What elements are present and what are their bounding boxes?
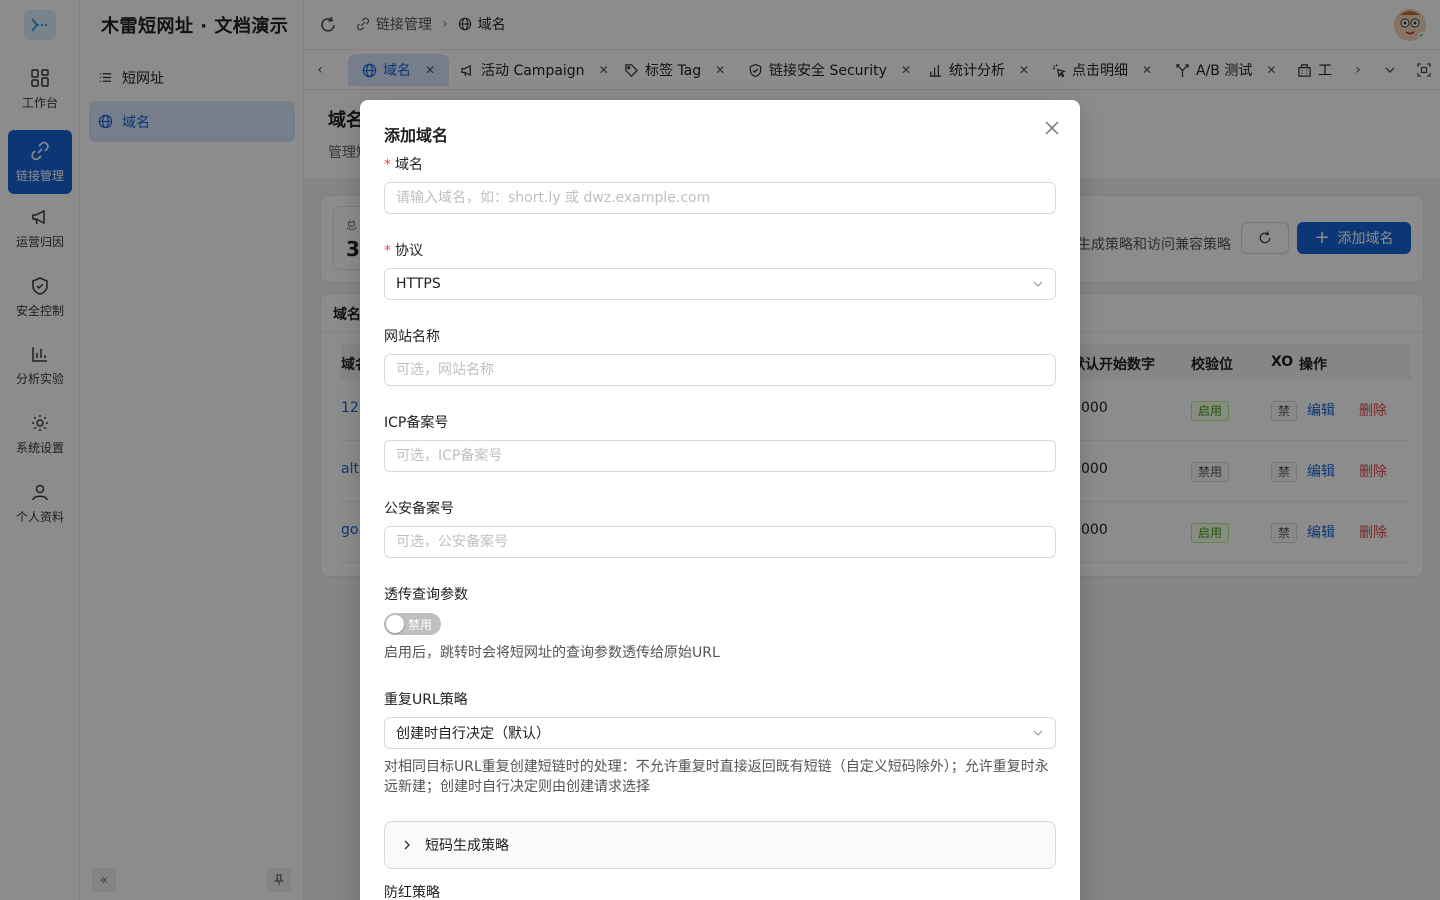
passthrough-help: 启用后，跳转时会将短网址的查询参数透传给原始URL	[384, 645, 720, 661]
duplicate-url-label: 重复URL策略	[384, 692, 468, 708]
anti-block-label: 防红策略	[384, 885, 440, 900]
label-text: 协议	[395, 243, 423, 259]
chevron-down-icon	[1033, 730, 1043, 736]
label-text: 域名	[395, 157, 423, 173]
modal-title: 添加域名	[384, 126, 449, 145]
protocol-label: * 协议	[384, 240, 423, 260]
required-mark: *	[384, 243, 391, 259]
switch-text: 禁用	[408, 618, 433, 632]
required-mark: *	[384, 157, 391, 173]
passthrough-label: 透传查询参数	[384, 587, 468, 603]
police-record-input[interactable]	[384, 526, 1056, 558]
chevron-down-icon	[1033, 281, 1043, 287]
duplicate-url-help: 对相同目标URL重复创建短链时的处理：不允许重复时直接返回既有短链（自定义短码除…	[384, 759, 1049, 795]
protocol-select[interactable]: HTTPS	[384, 268, 1056, 300]
icp-input[interactable]	[384, 440, 1056, 472]
police-record-label: 公安备案号	[384, 501, 454, 517]
chevron-right-icon	[404, 840, 410, 850]
site-name-input[interactable]	[384, 354, 1056, 386]
close-modal-button[interactable]	[1042, 118, 1062, 138]
panel-title: 短码生成策略	[425, 838, 509, 854]
duplicate-url-select[interactable]: 创建时自行决定（默认）	[384, 717, 1056, 749]
domain-label: * 域名	[384, 154, 423, 174]
add-domain-modal: 添加域名 *域名 *协议 HTTPS 网站名称 ICP备案号 公安备案号 透传查…	[360, 100, 1080, 900]
select-value: HTTPS	[396, 276, 441, 292]
icp-label: ICP备案号	[384, 415, 449, 431]
domain-input[interactable]	[384, 182, 1056, 214]
switch-knob	[386, 615, 404, 633]
code-strategy-panel[interactable]: 短码生成策略	[384, 821, 1056, 869]
select-value: 创建时自行决定（默认）	[396, 726, 550, 742]
close-icon	[1045, 121, 1059, 135]
site-name-label: 网站名称	[384, 329, 440, 345]
passthrough-switch[interactable]: 禁用	[384, 613, 441, 635]
